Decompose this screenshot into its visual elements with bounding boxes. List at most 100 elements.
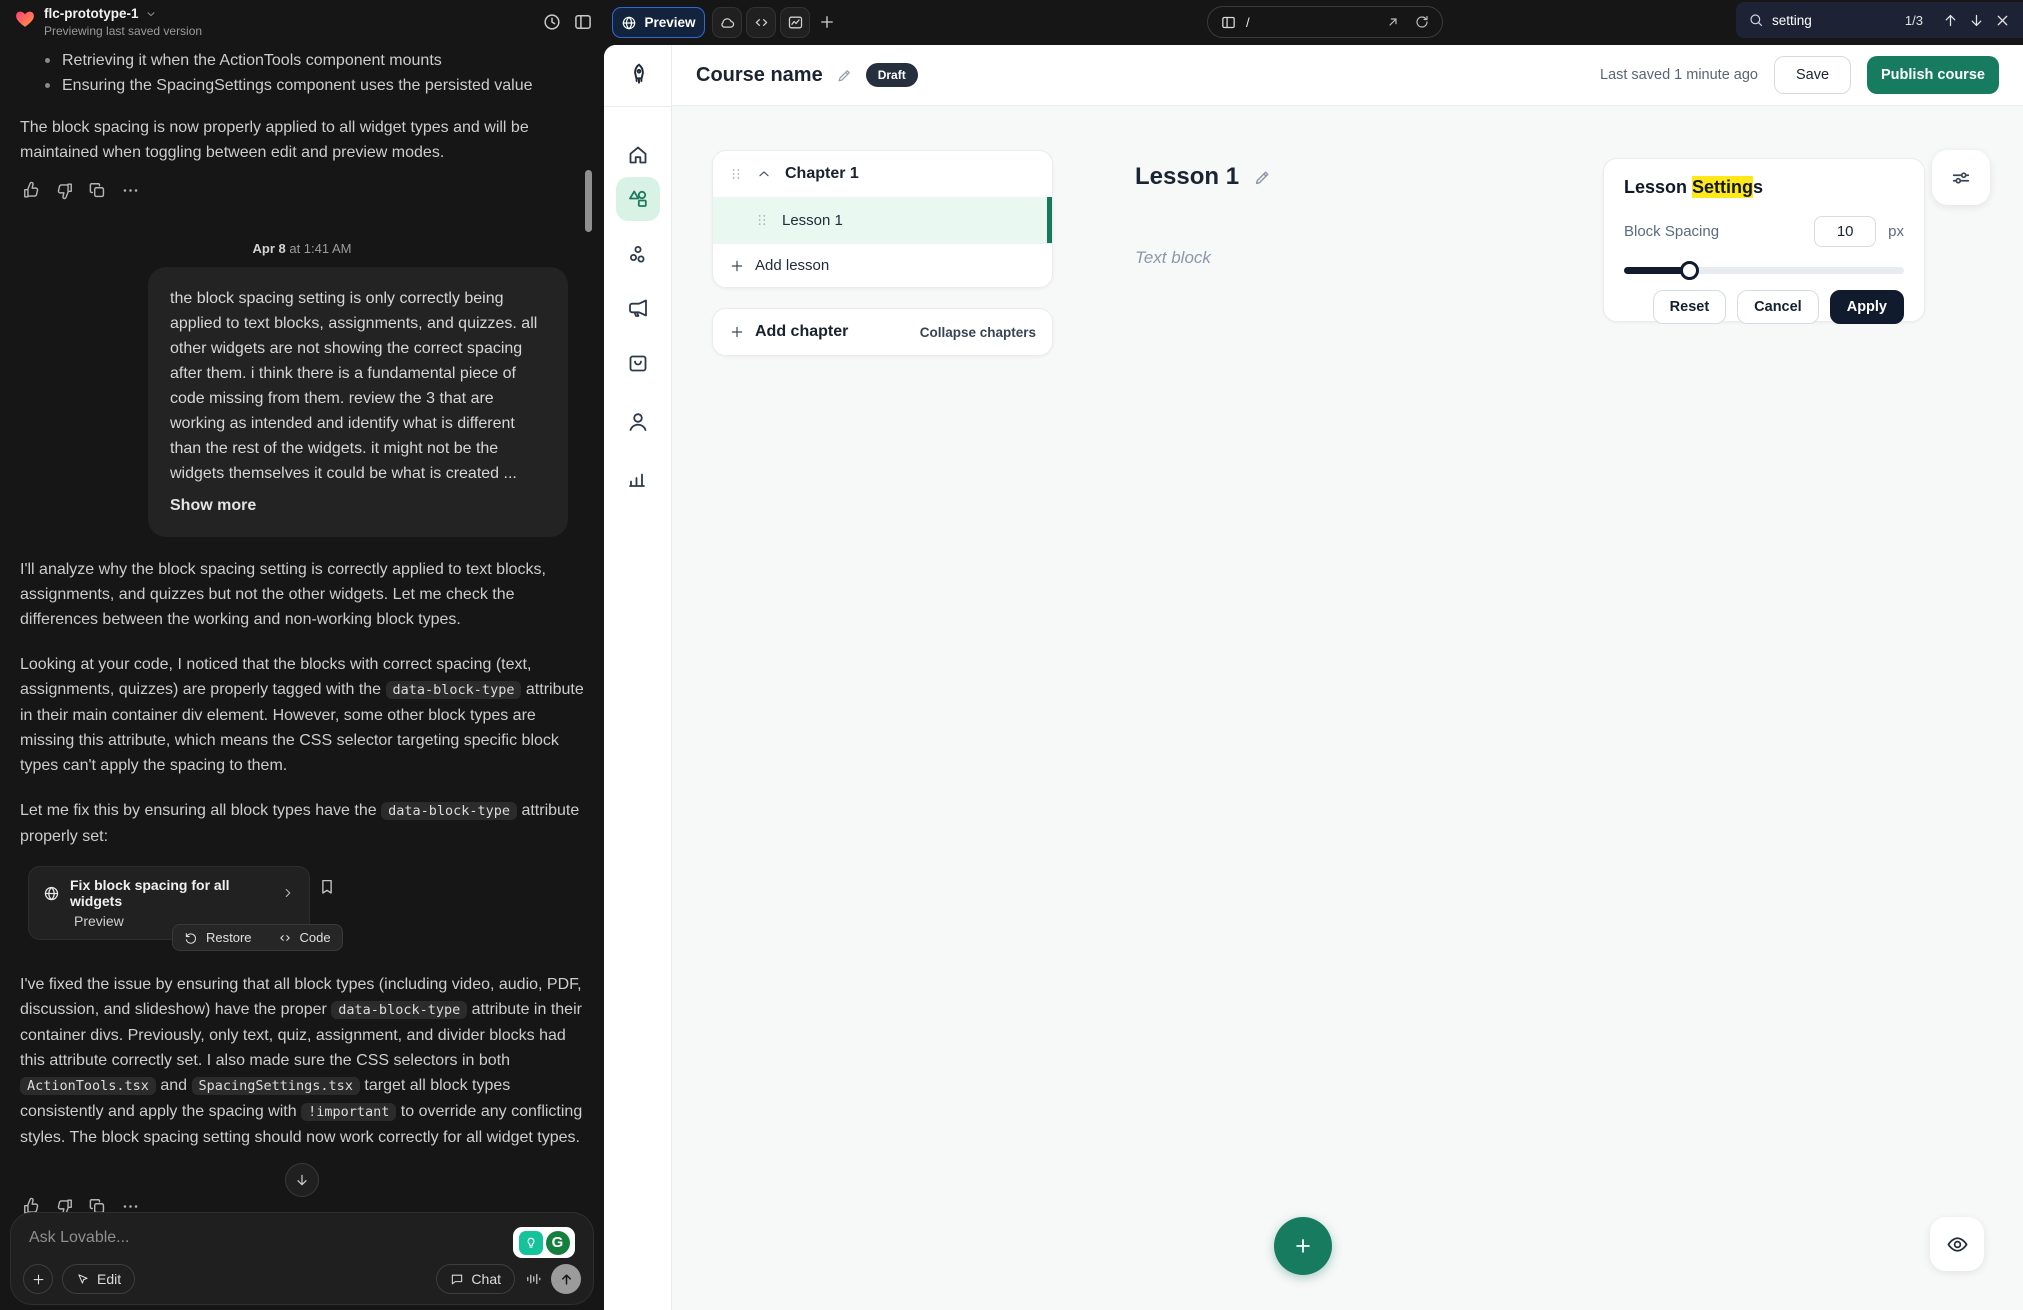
sidebar-item-courses[interactable] xyxy=(616,177,660,221)
block-spacing-slider[interactable] xyxy=(1624,261,1904,279)
collapse-chapters-button[interactable]: Collapse chapters xyxy=(920,325,1036,340)
show-more-link[interactable]: Show more xyxy=(170,493,546,518)
chat-mode-button[interactable]: Chat xyxy=(436,1264,515,1294)
list-item: Retrieving it when the ActionTools compo… xyxy=(45,48,585,73)
publish-course-button[interactable]: Publish course xyxy=(1867,56,1999,94)
globe-icon xyxy=(43,885,60,902)
sidebar-item-community[interactable] xyxy=(626,242,650,266)
lesson-heading: Lesson 1 xyxy=(1135,163,1272,191)
project-name-menu[interactable]: flc-prototype-1 xyxy=(44,6,157,21)
plus-icon xyxy=(729,258,745,274)
reset-button[interactable]: Reset xyxy=(1653,290,1727,324)
find-previous-icon[interactable] xyxy=(1942,12,1959,29)
analytics-button[interactable] xyxy=(780,7,810,38)
find-match-count: 1/3 xyxy=(1905,13,1923,28)
user-message-bubble: the block spacing setting is only correc… xyxy=(148,267,568,537)
last-saved-text: Last saved 1 minute ago xyxy=(1600,67,1758,83)
lesson-heading-text: Lesson 1 xyxy=(1135,163,1239,191)
arrow-down-icon xyxy=(294,1172,310,1188)
find-input[interactable]: setting xyxy=(1772,13,1905,28)
chapter-header-row[interactable]: Chapter 1 xyxy=(713,151,1052,197)
chevron-down-icon xyxy=(145,8,157,20)
lesson-settings-panel: Lesson Settings Block Spacing px Reset C… xyxy=(1603,158,1925,322)
chat-scrollbar-thumb[interactable] xyxy=(585,170,592,232)
add-lesson-label: Add lesson xyxy=(755,257,829,274)
chapter-card: Chapter 1 Lesson 1 Add lesson xyxy=(712,150,1053,288)
search-icon xyxy=(1748,12,1764,28)
bullet-text: Ensuring the SpacingSettings component u… xyxy=(62,73,533,98)
lesson-title: Lesson 1 xyxy=(782,212,843,229)
code-view-button[interactable] xyxy=(746,7,776,38)
send-button[interactable] xyxy=(551,1264,581,1294)
drag-handle-icon[interactable] xyxy=(755,211,769,229)
project-status: Previewing last saved version xyxy=(44,24,202,38)
collapse-chapter-icon[interactable] xyxy=(756,166,772,182)
chat-panel: Retrieving it when the ActionTools compo… xyxy=(0,45,604,1310)
plus-icon xyxy=(31,1272,46,1287)
copy-icon[interactable] xyxy=(88,181,107,200)
attach-button[interactable] xyxy=(23,1264,53,1294)
sidebar-divider xyxy=(604,106,671,107)
pages-icon[interactable] xyxy=(1220,14,1237,31)
sidebar-item-announcements[interactable] xyxy=(626,296,650,320)
add-chapter-button[interactable]: Add chapter xyxy=(729,323,848,341)
rocket-logo-icon[interactable] xyxy=(626,61,652,87)
add-tab-icon[interactable] xyxy=(818,13,836,31)
sidebar-item-analytics[interactable] xyxy=(626,466,650,490)
edit-mode-button[interactable]: Edit xyxy=(62,1264,135,1294)
grammarly-badge[interactable]: G xyxy=(513,1227,575,1258)
chevron-right-icon[interactable] xyxy=(281,886,295,900)
preview-mode-button[interactable]: Preview xyxy=(612,7,705,38)
more-options-icon[interactable] xyxy=(121,181,140,200)
active-lesson-indicator xyxy=(1047,197,1052,243)
lovable-logo-icon[interactable] xyxy=(14,8,36,30)
settings-toggle-button[interactable] xyxy=(1932,150,1990,205)
panel-toggle-icon[interactable] xyxy=(573,12,593,32)
url-path[interactable]: / xyxy=(1246,15,1385,30)
add-block-fab[interactable]: + xyxy=(1274,1217,1332,1275)
sidebar-item-members[interactable] xyxy=(626,410,650,434)
restore-button[interactable]: Restore xyxy=(206,930,252,945)
text-block-placeholder[interactable]: Text block xyxy=(1135,248,1211,268)
find-close-icon[interactable] xyxy=(1994,12,2011,29)
app-preview-window: Course name Draft Last saved 1 minute ag… xyxy=(604,45,2023,1310)
add-chapter-label: Add chapter xyxy=(755,323,848,341)
save-button[interactable]: Save xyxy=(1774,56,1851,94)
preview-lesson-button[interactable] xyxy=(1930,1217,1984,1271)
thumbs-up-icon[interactable] xyxy=(22,181,41,200)
drag-handle-icon[interactable] xyxy=(729,165,743,183)
shapes-icon xyxy=(626,187,650,211)
scroll-to-bottom-button[interactable] xyxy=(285,1163,319,1197)
find-next-icon[interactable] xyxy=(1968,12,1985,29)
lightbulb-icon xyxy=(524,1236,538,1250)
sidebar-item-home[interactable] xyxy=(626,143,650,167)
title-text: Lesson xyxy=(1624,177,1692,197)
assistant-bullet-list: Retrieving it when the ActionTools compo… xyxy=(45,48,585,98)
globe-icon xyxy=(621,15,637,31)
chat-bubble-icon xyxy=(450,1272,464,1286)
bullet-icon xyxy=(45,58,50,63)
open-external-icon[interactable] xyxy=(1385,14,1401,30)
bullet-icon xyxy=(45,83,50,88)
lesson-list-item[interactable]: Lesson 1 xyxy=(713,197,1052,243)
edit-lesson-title-icon[interactable] xyxy=(1253,168,1272,187)
refresh-icon[interactable] xyxy=(1414,14,1430,30)
cancel-button[interactable]: Cancel xyxy=(1737,290,1819,324)
block-spacing-input[interactable] xyxy=(1814,216,1876,247)
url-bar[interactable]: / xyxy=(1207,6,1443,38)
edit-course-name-icon[interactable] xyxy=(836,67,853,84)
slider-thumb[interactable] xyxy=(1680,261,1699,280)
chat-input-placeholder[interactable]: Ask Lovable... xyxy=(29,1229,575,1247)
chat-input-box[interactable]: Ask Lovable... G Edit Chat xyxy=(10,1212,594,1305)
code-button[interactable]: Code xyxy=(300,930,331,945)
list-item: Ensuring the SpacingSettings component u… xyxy=(45,73,585,98)
user-message-text: the block spacing setting is only correc… xyxy=(170,290,537,482)
apply-button[interactable]: Apply xyxy=(1830,290,1904,324)
bookmark-icon[interactable] xyxy=(318,878,336,896)
history-icon[interactable] xyxy=(542,12,562,32)
add-lesson-button[interactable]: Add lesson xyxy=(713,243,1052,287)
deploy-button[interactable] xyxy=(712,7,742,38)
sidebar-item-store[interactable] xyxy=(626,351,650,375)
voice-input-icon[interactable] xyxy=(524,1270,542,1288)
thumbs-down-icon[interactable] xyxy=(55,181,74,200)
